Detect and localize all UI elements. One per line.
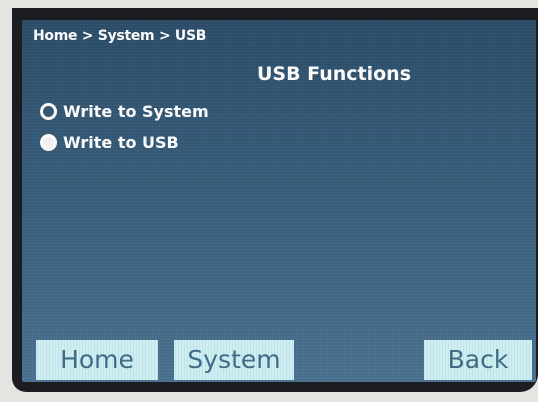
radio-unchecked-icon	[40, 103, 57, 120]
system-button[interactable]: System	[174, 340, 294, 380]
touch-screen: Home > System > USB USB Functions Write …	[22, 20, 536, 382]
option-label: Write to USB	[63, 133, 179, 152]
breadcrumb: Home > System > USB	[33, 28, 207, 44]
home-button[interactable]: Home	[36, 340, 158, 380]
write-to-usb-option[interactable]: Write to USB	[40, 133, 179, 152]
radio-checked-icon	[40, 134, 57, 151]
option-label: Write to System	[63, 102, 209, 121]
back-button[interactable]: Back	[424, 340, 532, 380]
write-to-system-option[interactable]: Write to System	[40, 102, 209, 121]
page-title: USB Functions	[256, 63, 412, 85]
